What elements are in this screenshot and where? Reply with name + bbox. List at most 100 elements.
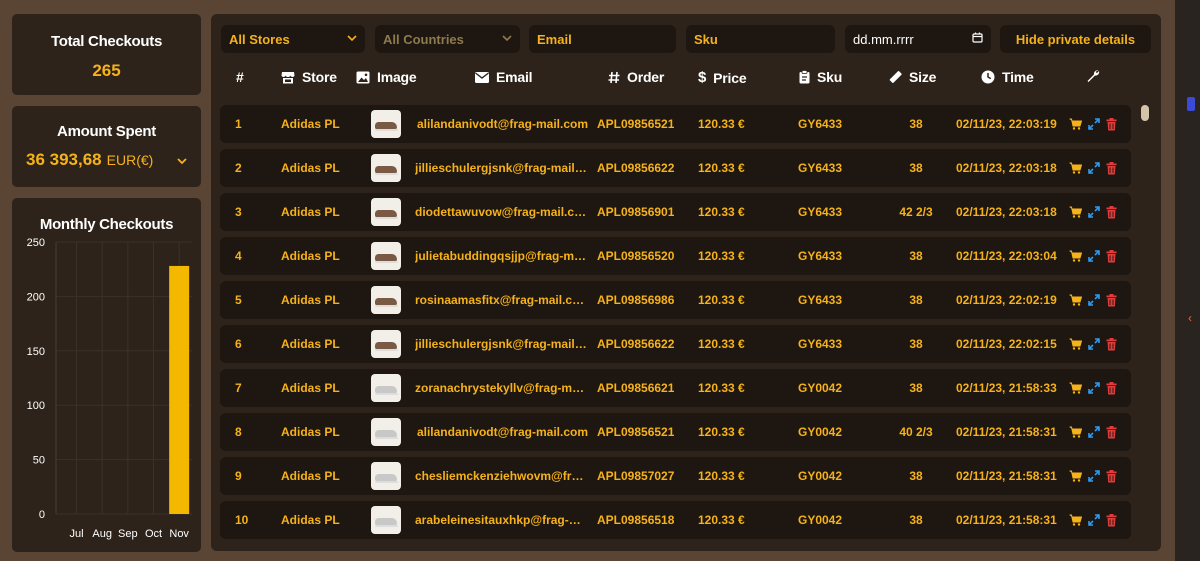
- row-order: APL09856901: [597, 205, 675, 219]
- expand-icon[interactable]: [1088, 250, 1100, 262]
- sneaker-sole: [375, 261, 398, 263]
- product-thumbnail[interactable]: [371, 286, 401, 314]
- table-row[interactable]: 9 Adidas PL chesliemckenziehwovm@frag-... A…: [220, 457, 1131, 495]
- y-tick-label: 50: [33, 455, 45, 467]
- hide-private-details-button[interactable]: Hide private details: [1000, 25, 1151, 53]
- country-select[interactable]: All Countries: [375, 25, 520, 53]
- expand-icon[interactable]: [1088, 294, 1100, 306]
- row-time: 02/11/23, 21:58:31: [956, 513, 1057, 527]
- table-row[interactable]: 3 Adidas PL diodettawuvow@frag-mail.com APL…: [220, 193, 1131, 231]
- row-number: 6: [235, 337, 242, 351]
- trash-icon[interactable]: [1106, 469, 1117, 483]
- table-row[interactable]: 8 Adidas PL alilandanivodt@frag-mail.com AP…: [220, 413, 1131, 451]
- product-thumbnail[interactable]: [371, 198, 401, 226]
- expand-icon[interactable]: [1088, 118, 1100, 130]
- expand-icon[interactable]: [1088, 338, 1100, 350]
- cart-icon[interactable]: [1069, 206, 1082, 218]
- row-order: APL09856518: [597, 513, 675, 527]
- trash-icon[interactable]: [1106, 117, 1117, 131]
- table-row[interactable]: 6 Adidas PL jillieschulergjsnk@frag-mail.c…: [220, 325, 1131, 363]
- expand-icon[interactable]: [1088, 514, 1100, 526]
- column-email-label: Email: [496, 69, 533, 85]
- row-actions: [1069, 193, 1117, 231]
- trash-icon[interactable]: [1106, 293, 1117, 307]
- cart-icon[interactable]: [1069, 426, 1082, 438]
- product-thumbnail[interactable]: [371, 242, 401, 270]
- row-actions: [1069, 369, 1117, 407]
- sneaker-sole: [375, 349, 398, 351]
- trash-icon[interactable]: [1106, 337, 1117, 351]
- row-size: 38: [909, 337, 923, 351]
- cart-icon[interactable]: [1069, 162, 1082, 174]
- product-thumbnail[interactable]: [371, 506, 401, 534]
- store-select[interactable]: All Stores: [221, 25, 365, 53]
- row-store: Adidas PL: [281, 117, 340, 131]
- date-filter-input[interactable]: dd.mm.rrrr: [845, 25, 991, 53]
- table-row[interactable]: 5 Adidas PL rosinaamasfitx@frag-mail.com AP…: [220, 281, 1131, 319]
- table-row[interactable]: 1 Adidas PL alilandanivodt@frag-mail.com AP…: [220, 105, 1131, 143]
- email-filter-input[interactable]: Email: [529, 25, 676, 53]
- column-price-label: Price: [713, 69, 747, 86]
- cart-icon[interactable]: [1069, 294, 1082, 306]
- trash-icon[interactable]: [1106, 425, 1117, 439]
- cart-icon[interactable]: [1069, 470, 1082, 482]
- product-thumbnail[interactable]: [371, 330, 401, 358]
- amount-spent-value: 36 393,68: [26, 150, 102, 169]
- currency-dropdown-chevron-icon[interactable]: [177, 153, 187, 168]
- sneaker-icon: [375, 166, 397, 173]
- expand-icon[interactable]: [1088, 382, 1100, 394]
- row-price: 120.33 €: [698, 293, 745, 307]
- cart-icon[interactable]: [1069, 118, 1082, 130]
- row-actions: [1069, 105, 1117, 143]
- expand-icon[interactable]: [1088, 162, 1100, 174]
- row-actions: [1069, 149, 1117, 187]
- product-thumbnail[interactable]: [371, 462, 401, 490]
- row-size: 38: [909, 161, 923, 175]
- product-thumbnail[interactable]: [371, 154, 401, 182]
- product-thumbnail[interactable]: [371, 418, 401, 446]
- sneaker-icon: [375, 430, 397, 437]
- sku-filter-input[interactable]: Sku: [686, 25, 835, 53]
- table-row[interactable]: 10 Adidas PL arabeleinesitauxhkp@frag-mail…: [220, 501, 1131, 539]
- row-actions: [1069, 325, 1117, 363]
- row-number: 4: [235, 249, 242, 263]
- table-row[interactable]: 7 Adidas PL zoranachrystekyllv@frag-mail.c…: [220, 369, 1131, 407]
- trash-icon[interactable]: [1106, 381, 1117, 395]
- expand-icon[interactable]: [1088, 206, 1100, 218]
- row-sku: GY6433: [798, 117, 843, 131]
- row-email: alilandanivodt@frag-mail.com: [415, 413, 590, 451]
- calendar-icon[interactable]: [972, 32, 983, 46]
- table-row[interactable]: 2 Adidas PL jillieschulergjsnk@frag-mail.c…: [220, 149, 1131, 187]
- chevron-left-icon[interactable]: ‹: [1188, 311, 1192, 325]
- row-email-text: zoranachrystekyllv@frag-mail.c...: [415, 381, 590, 395]
- row-number: 9: [235, 469, 242, 483]
- column-header-size: Size: [888, 69, 936, 85]
- cart-icon[interactable]: [1069, 514, 1082, 526]
- expand-icon[interactable]: [1088, 470, 1100, 482]
- trash-icon[interactable]: [1106, 205, 1117, 219]
- cart-icon[interactable]: [1069, 250, 1082, 262]
- row-email-text: rosinaamasfitx@frag-mail.com: [415, 293, 590, 307]
- row-price: 120.33 €: [698, 337, 745, 351]
- row-time: 02/11/23, 22:03:04: [956, 249, 1057, 263]
- product-thumbnail[interactable]: [371, 110, 401, 138]
- scrollbar-thumb[interactable]: [1141, 105, 1149, 121]
- amount-spent-card: Amount Spent 36 393,68 EUR(€): [12, 106, 201, 187]
- row-email: alilandanivodt@frag-mail.com: [415, 105, 590, 143]
- table-scrollbar[interactable]: [1139, 100, 1151, 540]
- expand-icon[interactable]: [1088, 426, 1100, 438]
- column-image-label: Image: [377, 69, 417, 85]
- row-actions: [1069, 501, 1117, 539]
- row-order: APL09856621: [597, 381, 675, 395]
- sneaker-sole: [375, 525, 398, 527]
- cart-icon[interactable]: [1069, 338, 1082, 350]
- row-email: zoranachrystekyllv@frag-mail.c...: [415, 369, 590, 407]
- row-email-text: chesliemckenziehwovm@frag-...: [415, 469, 590, 483]
- product-thumbnail[interactable]: [371, 374, 401, 402]
- trash-icon[interactable]: [1106, 161, 1117, 175]
- table-row[interactable]: 4 Adidas PL julietabuddingqsjjp@frag-mail.…: [220, 237, 1131, 275]
- cart-icon[interactable]: [1069, 382, 1082, 394]
- trash-icon[interactable]: [1106, 513, 1117, 527]
- row-price: 120.33 €: [698, 161, 745, 175]
- trash-icon[interactable]: [1106, 249, 1117, 263]
